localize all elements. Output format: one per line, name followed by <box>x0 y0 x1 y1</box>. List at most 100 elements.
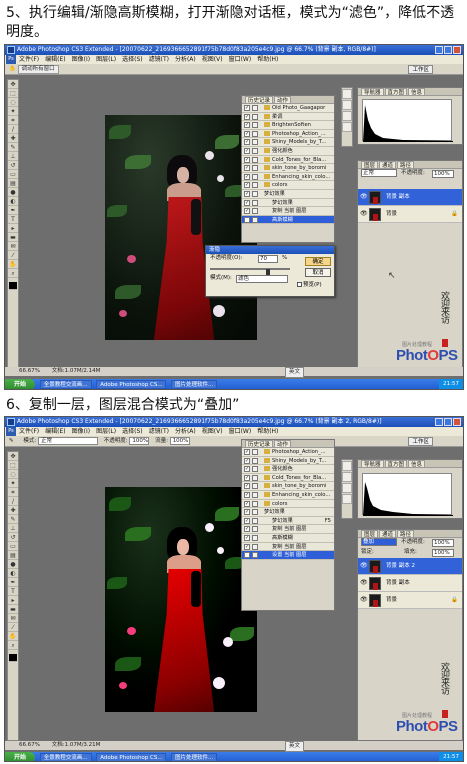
check-icon[interactable]: ✓ <box>244 526 250 533</box>
dialog-toggle-icon[interactable] <box>252 552 258 559</box>
history-item[interactable]: ✓ 强化颜色 <box>242 146 334 156</box>
check-icon[interactable]: ✓ <box>244 509 250 516</box>
brush-opacity-input[interactable]: 100% <box>129 437 150 445</box>
menu-view[interactable]: 视图(V) <box>202 427 223 436</box>
history-item[interactable]: ✓ 梦幻效果 <box>242 189 334 199</box>
check-icon[interactable]: ✓ <box>244 156 250 163</box>
dialog-toggle-icon[interactable] <box>252 483 258 490</box>
type-tool-icon[interactable]: T <box>8 588 18 596</box>
maximize-button[interactable] <box>444 46 452 54</box>
history-item[interactable]: ✓ Cold_Tones_for_Bla... <box>242 473 334 483</box>
dialog-toggle-icon[interactable] <box>252 130 258 137</box>
history-item[interactable]: ✓ Cold_Tones_for_Bla... <box>242 155 334 165</box>
ime-indicator[interactable]: 英文 <box>285 741 305 752</box>
foreground-color-swatch[interactable] <box>9 282 17 290</box>
brush-flow-input[interactable]: 100% <box>169 437 190 445</box>
layer-opacity-input[interactable]: 100% <box>432 170 454 178</box>
history-item[interactable]: ✓ Shiny_Models_by_T... <box>242 138 334 147</box>
dialog-toggle-icon[interactable] <box>252 517 258 524</box>
history-item[interactable]: ✓ BrightenSoften <box>242 121 334 130</box>
gradient-tool-icon[interactable]: ▤ <box>8 552 18 560</box>
slice-tool-icon[interactable]: / <box>8 126 18 134</box>
tab-layers[interactable]: 图层 <box>361 530 379 537</box>
check-icon[interactable]: ✓ <box>244 517 250 524</box>
check-icon[interactable]: ✓ <box>244 457 250 464</box>
check-icon[interactable]: ✓ <box>244 500 250 507</box>
layer-row[interactable]: 👁 背景 副本 2 <box>358 558 462 575</box>
menu-layer[interactable]: 图层(L) <box>96 427 116 436</box>
layer-row[interactable]: 👁 背景 副本 <box>358 189 462 206</box>
check-icon[interactable]: ✓ <box>244 483 250 490</box>
check-icon[interactable]: ✓ <box>244 122 250 129</box>
notes-tool-icon[interactable]: ✉ <box>8 243 18 251</box>
blur-tool-icon[interactable]: ● <box>8 189 18 197</box>
eye-icon[interactable]: 👁 <box>360 597 368 603</box>
layer-row[interactable]: 👁 背景 🔒 <box>358 592 462 609</box>
blend-mode-select[interactable]: 正常 <box>361 169 397 177</box>
history-item[interactable]: ✓ Enhancing_skin_colo... <box>242 172 334 182</box>
menu-analysis[interactable]: 分析(A) <box>175 55 196 64</box>
dock-icon-2[interactable] <box>342 100 352 110</box>
history-item[interactable]: ✓ skin_tone_by_boromi <box>242 482 334 491</box>
tab-actions[interactable]: 动作 <box>274 96 292 103</box>
dock-icon-3[interactable] <box>342 111 352 121</box>
dialog-toggle-icon[interactable] <box>252 105 258 111</box>
tab-histogram[interactable]: 直方图 <box>384 460 408 467</box>
move-tool-icon[interactable]: ✥ <box>8 453 18 461</box>
close-button[interactable] <box>453 418 461 426</box>
check-icon[interactable]: ✓ <box>244 190 250 197</box>
history-item[interactable]: ✓ colors <box>242 499 334 509</box>
start-button[interactable]: 开始 <box>5 752 35 761</box>
ok-button[interactable]: 确定 <box>305 257 331 266</box>
dialog-toggle-icon[interactable] <box>252 534 258 541</box>
tab-paths[interactable]: 路径 <box>397 530 415 537</box>
history-item[interactable]: ✓ 复制 当前 图层 <box>242 525 334 534</box>
marquee-tool-icon[interactable]: ⬚ <box>8 462 18 470</box>
eraser-tool-icon[interactable]: ▭ <box>8 543 18 551</box>
eyedropper-icon[interactable]: ⁄ <box>8 252 18 260</box>
taskbar-item[interactable]: Adobe Photoshop CS... <box>96 380 167 389</box>
dialog-toggle-icon[interactable] <box>252 208 258 215</box>
slice-tool-icon[interactable]: / <box>8 498 18 506</box>
tab-navigator[interactable]: 导航器 <box>361 88 384 95</box>
tab-info[interactable]: 信息 <box>408 88 426 95</box>
taskbar-item[interactable]: Adobe Photoshop CS... <box>96 753 167 761</box>
dodge-tool-icon[interactable]: ◐ <box>8 570 18 578</box>
history-item[interactable]: ✓ 设置 当前 图层 <box>242 551 334 560</box>
menu-window[interactable]: 窗口(W) <box>229 55 252 64</box>
check-icon[interactable]: ✓ <box>244 216 250 223</box>
menu-image[interactable]: 图像(I) <box>72 55 90 64</box>
path-select-icon[interactable]: ▸ <box>8 597 18 605</box>
dock-icon-4[interactable] <box>342 122 352 132</box>
menu-image[interactable]: 图像(I) <box>72 427 90 436</box>
history-item[interactable]: ✓ Photoshop_Action_... <box>242 129 334 139</box>
pen-tool-icon[interactable]: ✒ <box>8 579 18 587</box>
scroll-all-windows-button[interactable]: 调动所有窗口 <box>17 65 59 74</box>
notes-tool-icon[interactable]: ✉ <box>8 615 18 623</box>
layer-opacity-input[interactable]: 100% <box>432 539 454 547</box>
check-icon[interactable]: ✓ <box>244 474 250 481</box>
magic-wand-icon[interactable]: ✦ <box>8 480 18 488</box>
shape-tool-icon[interactable]: ▬ <box>8 606 18 614</box>
start-button[interactable]: 开始 <box>5 379 35 389</box>
menu-edit[interactable]: 编辑(E) <box>45 427 65 436</box>
eyedropper-icon[interactable]: ⁄ <box>8 624 18 632</box>
dialog-toggle-icon[interactable] <box>252 543 258 550</box>
check-icon[interactable]: ✓ <box>244 552 250 559</box>
dialog-toggle-icon[interactable] <box>252 509 258 516</box>
menu-help[interactable]: 帮助(H) <box>257 55 278 64</box>
healing-brush-icon[interactable]: ✚ <box>8 507 18 515</box>
history-item[interactable]: ✓ Old Photo_Gaagapor <box>242 104 334 113</box>
menu-file[interactable]: 文件(F) <box>19 427 39 436</box>
dialog-toggle-icon[interactable] <box>252 139 258 146</box>
tab-history[interactable]: 历史记录 <box>245 96 274 103</box>
brush-tool-icon[interactable]: ✎ <box>8 516 18 524</box>
check-icon[interactable]: ✓ <box>244 534 250 541</box>
menu-edit[interactable]: 编辑(E) <box>45 55 65 64</box>
check-icon[interactable]: ✓ <box>244 199 250 206</box>
menu-layer[interactable]: 图层(L) <box>96 55 116 64</box>
taskbar-item[interactable]: 全景教程交流画... <box>39 380 92 389</box>
menu-filter[interactable]: 滤镜(T) <box>149 55 169 64</box>
minimize-button[interactable] <box>435 418 443 426</box>
dock-icon-3[interactable] <box>342 483 352 493</box>
